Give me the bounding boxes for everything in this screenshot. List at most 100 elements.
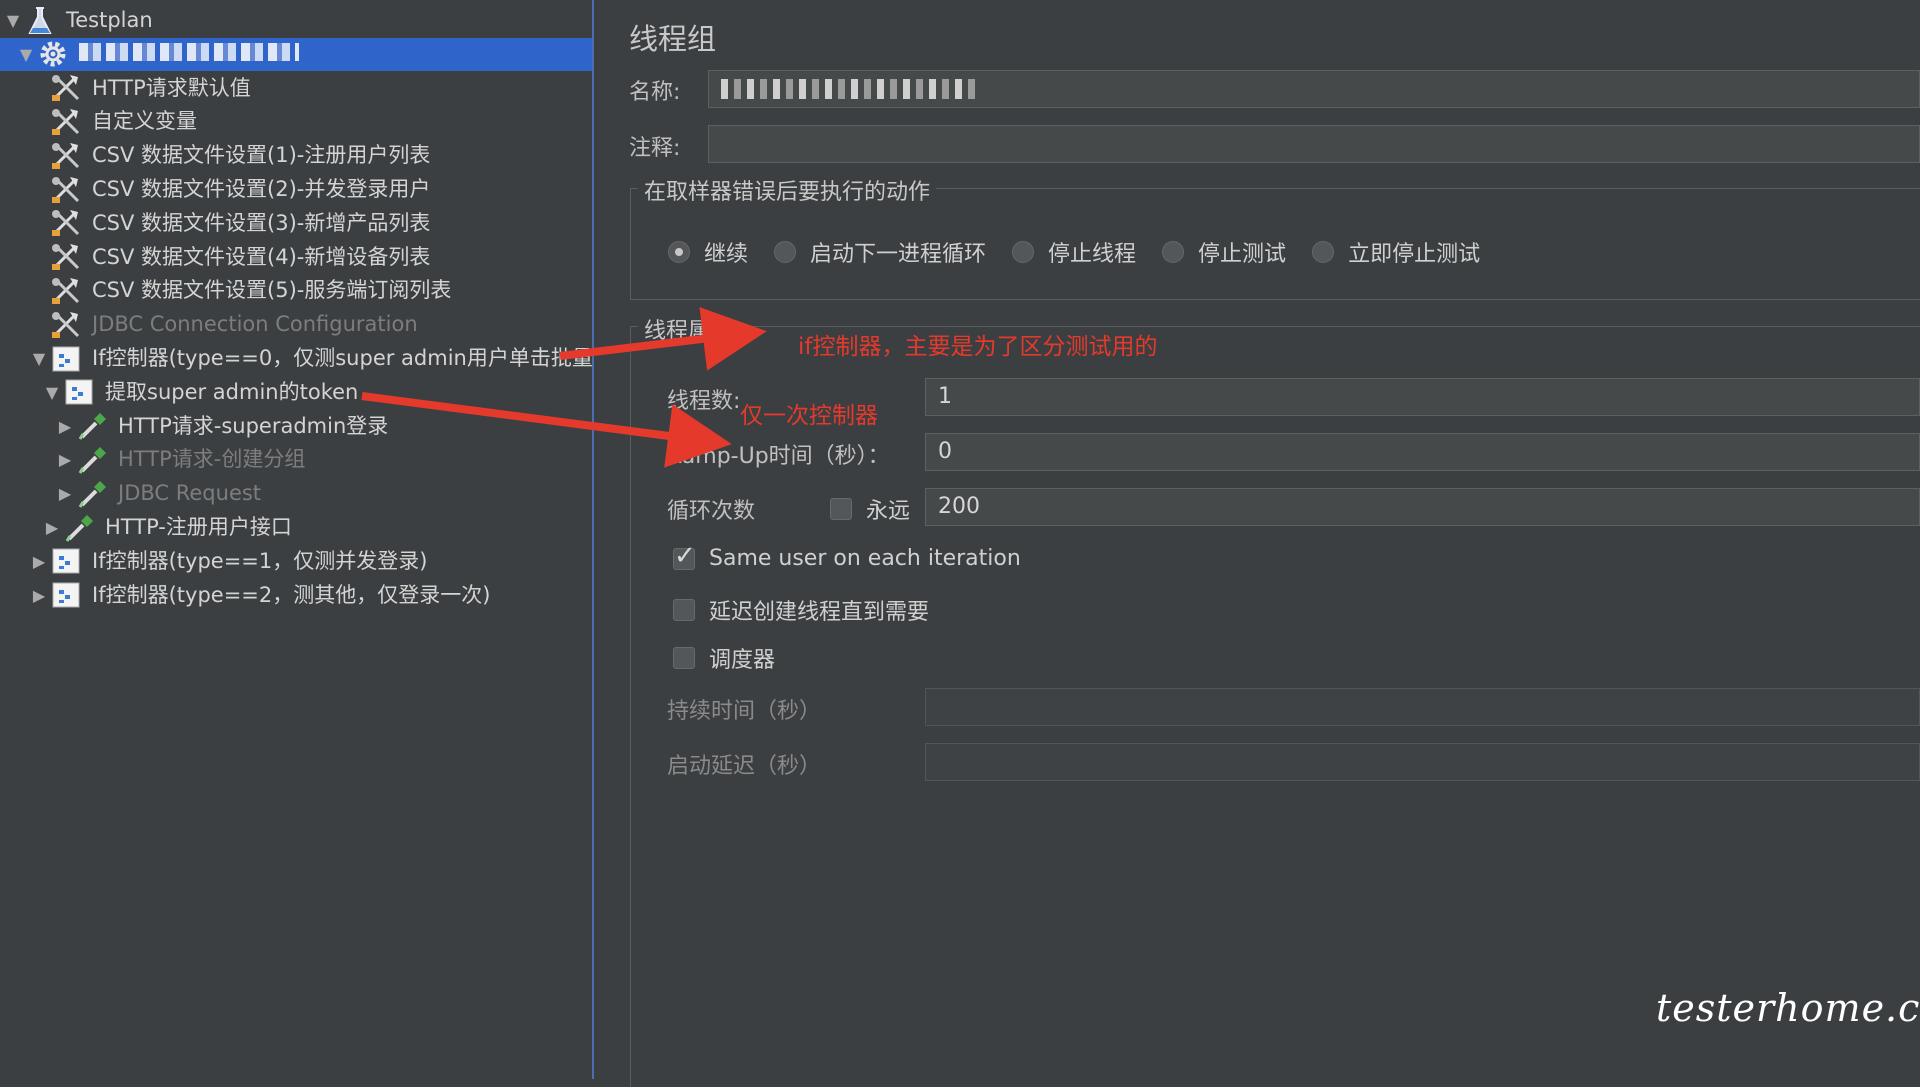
threads-label: 线程数:: [667, 389, 741, 414]
expand-triangle-down-icon[interactable]: ▼: [15, 45, 37, 64]
tree-node[interactable]: ▶CSV 数据文件设置(2)-并发登录用户: [0, 173, 592, 206]
controller-icon: [63, 377, 95, 407]
config-element-icon: [50, 175, 82, 205]
scheduler-row[interactable]: 调度器: [673, 642, 775, 674]
config-element-icon: [50, 276, 82, 306]
tree-node-label: If控制器(type==2，测其他，仅登录一次): [92, 582, 491, 607]
config-element-icon: [50, 242, 82, 272]
expand-triangle-right-icon[interactable]: ▶: [54, 417, 76, 436]
same-user-row[interactable]: ✓ Same user on each iteration: [673, 541, 1021, 571]
tree-node[interactable]: ▶自定义变量: [0, 105, 592, 138]
name-label: 名称:: [629, 80, 681, 105]
delay-thread-label: 延迟创建线程直到需要: [709, 600, 930, 625]
scheduler-checkbox[interactable]: [673, 647, 695, 669]
redacted-name-value: [721, 79, 981, 99]
scheduler-label: 调度器: [709, 648, 776, 673]
sampler-pipette-icon: [63, 513, 95, 543]
expand-triangle-down-icon[interactable]: ▼: [2, 11, 24, 30]
delay-thread-checkbox[interactable]: [673, 599, 695, 621]
error-action-radio[interactable]: [668, 241, 690, 263]
expand-triangle-right-icon[interactable]: ▶: [54, 484, 76, 503]
tree-node-label: HTTP-注册用户接口: [105, 515, 292, 539]
tree-node[interactable]: ▼: [0, 37, 592, 71]
tree-node-label: CSV 数据文件设置(4)-新增设备列表: [92, 244, 431, 269]
expand-triangle-right-icon[interactable]: ▶: [54, 450, 76, 469]
config-element-icon: [50, 73, 82, 103]
tree-node[interactable]: ▼ 提取super admin的token: [0, 376, 592, 409]
threads-input[interactable]: 1: [925, 378, 1920, 416]
same-user-checkbox[interactable]: ✓: [673, 541, 696, 571]
expand-triangle-right-icon[interactable]: ▶: [28, 552, 50, 571]
tree-node-label: CSV 数据文件设置(1)-注册用户列表: [92, 143, 431, 168]
startup-delay-input[interactable]: [925, 743, 1920, 781]
tree-node[interactable]: ▶ HTTP请求-superadmin登录: [0, 410, 592, 443]
tree-node[interactable]: ▶CSV 数据文件设置(4)-新增设备列表: [0, 241, 592, 274]
error-action-radio[interactable]: [1162, 241, 1185, 263]
name-field[interactable]: [708, 70, 1920, 108]
once-only-annotation: 仅一次控制器: [740, 403, 878, 429]
loop-count-input[interactable]: 200: [925, 488, 1920, 526]
tree-node[interactable]: ▶CSV 数据文件设置(5)-服务端订阅列表: [0, 274, 592, 307]
error-action-option-label[interactable]: 停止测试: [1198, 236, 1286, 268]
thread-properties-title: 线程属性: [638, 313, 739, 345]
tree-node[interactable]: ▶HTTP请求默认值: [0, 72, 592, 105]
flask-icon: [24, 6, 56, 36]
tree-node-label: HTTP请求-superadmin登录: [118, 413, 389, 438]
tree-node-label: 提取super admin的token: [105, 379, 359, 404]
comment-label: 注释:: [629, 136, 681, 161]
tree-node[interactable]: ▶ If控制器(type==2，测其他，仅登录一次): [0, 579, 592, 612]
expand-triangle-down-icon[interactable]: ▼: [41, 383, 63, 402]
error-action-radio[interactable]: [774, 241, 797, 263]
error-action-option-label[interactable]: 立即停止测试: [1348, 236, 1480, 268]
tree-node[interactable]: ▶ JDBC Request: [0, 477, 592, 510]
tree-node[interactable]: ▼ If控制器(type==0，仅测super admin用户单击批量: [0, 342, 592, 375]
tree-node[interactable]: ▶JDBC Connection Configuration: [0, 308, 592, 341]
checkmark-icon: ✓: [674, 540, 696, 571]
delay-thread-row[interactable]: 延迟创建线程直到需要: [673, 594, 929, 626]
tree-node[interactable]: ▶CSV 数据文件设置(1)-注册用户列表: [0, 139, 592, 172]
same-user-label: Same user on each iteration: [709, 546, 1021, 571]
page-title: 线程组: [629, 22, 717, 56]
expand-triangle-right-icon[interactable]: ▶: [28, 586, 50, 605]
tree-node[interactable]: ▶ HTTP请求-创建分组: [0, 443, 592, 476]
tree-node[interactable]: ▼ Testplan: [0, 4, 592, 37]
tree-node-label: HTTP请求-创建分组: [118, 447, 306, 472]
config-element-icon: [50, 141, 82, 171]
rampup-input[interactable]: 0: [925, 433, 1920, 471]
forever-checkbox-row[interactable]: 永远: [830, 493, 910, 525]
error-action-option-label[interactable]: 启动下一进程循环: [810, 236, 986, 268]
tree-node-label: CSV 数据文件设置(2)-并发登录用户: [92, 177, 431, 201]
tree-node[interactable]: ▶ HTTP-注册用户接口: [0, 511, 592, 544]
redacted-thread-group-name: [79, 42, 299, 61]
controller-icon: [50, 580, 82, 610]
duration-input[interactable]: [925, 688, 1920, 726]
sampler-pipette-icon: [76, 445, 108, 475]
tree-node-label: [79, 38, 299, 71]
sampler-error-radio-group: 继续 启动下一进程循环 停止线程 停止测试 立即停止测试: [668, 236, 1506, 268]
forever-checkbox[interactable]: [830, 498, 852, 520]
tree-node-label: 自定义变量: [92, 109, 197, 134]
controller-icon: [50, 344, 82, 374]
error-action-radio[interactable]: [1012, 241, 1035, 263]
tree-node-label: JDBC Connection Configuration: [92, 312, 418, 337]
config-element-icon: [50, 107, 82, 137]
tree-node-label: If控制器(type==0，仅测super admin用户单击批量: [92, 346, 593, 370]
test-plan-tree: ▼Testplan▼▶HTTP请求默认值▶自定义变量▶CSV 数据文件设置(1)…: [0, 0, 594, 1079]
rampup-label: Ramp-Up时间（秒）：: [667, 444, 890, 469]
tree-node[interactable]: ▶CSV 数据文件设置(3)-新增产品列表: [0, 207, 592, 240]
tree-node-label: CSV 数据文件设置(3)-新增产品列表: [92, 210, 431, 235]
comment-field[interactable]: [708, 125, 1920, 163]
sampler-pipette-icon: [76, 411, 108, 441]
error-action-option-label[interactable]: 停止线程: [1048, 236, 1136, 268]
tree-node-label: CSV 数据文件设置(5)-服务端订阅列表: [92, 278, 452, 303]
gear-icon: [37, 39, 69, 69]
tree-node-label: HTTP请求默认值: [92, 75, 251, 100]
expand-triangle-down-icon[interactable]: ▼: [28, 349, 50, 368]
expand-triangle-right-icon[interactable]: ▶: [41, 518, 63, 537]
watermark: testerhome.com: [1656, 986, 1920, 1030]
if-controller-annotation: if控制器，主要是为了区分测试用的: [798, 334, 1158, 360]
tree-node-label: JDBC Request: [118, 481, 262, 506]
error-action-option-label[interactable]: 继续: [704, 236, 748, 268]
tree-node[interactable]: ▶ If控制器(type==1，仅测并发登录): [0, 545, 592, 578]
error-action-radio[interactable]: [1312, 241, 1335, 263]
